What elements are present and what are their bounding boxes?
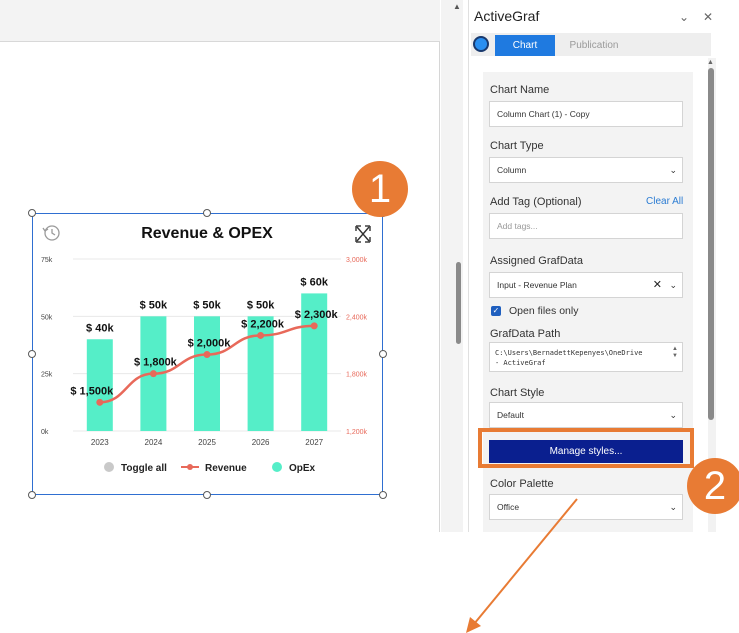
y-left-tick-label: 0k — [41, 429, 49, 436]
chart-type-label: Chart Type — [490, 140, 544, 152]
revenue-data-label: $ 2,300k — [295, 309, 339, 321]
open-files-only-checkbox[interactable]: ✓ — [491, 306, 501, 316]
y-right-tick-label: 2,400k — [346, 314, 368, 321]
y-right-tick-label: 1,800k — [346, 372, 368, 379]
grafdata-path-value: C:\Users\BernadettKepenyes\OneDrive - Ac… — [495, 349, 643, 367]
chart-name-input[interactable]: Column Chart (1) - Copy — [489, 101, 683, 127]
chart-name-label: Chart Name — [490, 84, 550, 96]
revenue-data-label: $ 1,800k — [134, 357, 178, 369]
y-left-tick-label: 50k — [41, 314, 53, 321]
legend-revenue: Revenue — [205, 463, 247, 474]
close-panel-icon[interactable]: ✕ — [703, 10, 713, 24]
opex-bar — [194, 316, 220, 431]
y-right-tick-label: 1,200k — [346, 429, 368, 436]
revenue-data-label: $ 1,500k — [70, 385, 114, 397]
legend-opex-marker — [272, 462, 282, 472]
legend-toggle-all-marker — [104, 462, 114, 472]
opex-data-label: $ 50k — [140, 299, 168, 311]
grafdata-path-label: GrafData Path — [490, 328, 561, 340]
panel-scroll-up-icon[interactable]: ▲ — [707, 59, 714, 66]
resize-handle-bottom-right[interactable] — [379, 491, 387, 499]
resize-handle-top-left[interactable] — [28, 209, 36, 217]
add-tags-input[interactable]: Add tags... — [489, 213, 683, 239]
chevron-down-icon: ⌄ — [669, 410, 677, 420]
chart-type-select[interactable]: Column ⌄ — [489, 157, 683, 183]
chevron-down-icon: ⌄ — [669, 502, 677, 512]
x-tick-label: 2024 — [145, 438, 163, 447]
tab-publication[interactable]: Publication — [559, 35, 629, 56]
manage-styles-button[interactable]: Manage styles... — [489, 440, 683, 463]
chart-type-value: Column — [497, 165, 527, 175]
revenue-data-label: $ 2,200k — [241, 318, 285, 330]
open-files-only-label: Open files only — [509, 305, 579, 317]
revenue-point — [149, 370, 157, 378]
chart-object[interactable]: Revenue & OPEX $ 40k $ 50k $ 50k $ 50k $ 60k… — [32, 213, 383, 495]
history-icon[interactable] — [42, 225, 60, 241]
color-palette-value: Office — [497, 502, 520, 512]
panel-title: ActiveGraf — [474, 8, 540, 24]
assigned-grafdata-select[interactable]: Input - Revenue Plan ✕ ⌄ — [489, 272, 683, 298]
resize-handle-bottom-left[interactable] — [28, 491, 36, 499]
collapse-panel-icon[interactable]: ⌄ — [679, 10, 689, 24]
callout-badge-2: 2 — [687, 458, 739, 514]
revenue-opex-chart: Revenue & OPEX $ 40k $ 50k $ 50k $ 50k $ 60k… — [41, 225, 371, 474]
assigned-grafdata-value: Input - Revenue Plan — [497, 280, 577, 290]
x-tick-label: 2027 — [305, 438, 323, 447]
opex-data-label: $ 50k — [247, 299, 275, 311]
chart-style-label: Chart Style — [490, 387, 545, 399]
chart-style-value: Default — [497, 410, 524, 420]
revenue-data-label: $ 2,000k — [188, 338, 232, 350]
chart-style-select[interactable]: Default ⌄ — [489, 402, 683, 428]
resize-handle-right[interactable] — [379, 350, 387, 358]
chevron-down-icon: ⌄ — [669, 280, 677, 290]
resize-handle-bottom[interactable] — [203, 491, 211, 499]
revenue-point — [96, 398, 104, 406]
opex-data-label: $ 40k — [86, 322, 114, 334]
chevron-down-icon: ⌄ — [669, 165, 677, 175]
spinner-arrows-icon[interactable]: ▲ ▼ — [672, 346, 678, 360]
revenue-point — [203, 351, 211, 359]
y-left-tick-label: 25k — [41, 372, 53, 379]
legend-opex: OpEx — [289, 463, 316, 474]
tab-chart[interactable]: Chart — [495, 35, 555, 56]
clear-selection-icon[interactable]: ✕ — [653, 273, 662, 297]
resize-handle-left[interactable] — [28, 350, 36, 358]
resize-handle-top[interactable] — [203, 209, 211, 217]
color-palette-select[interactable]: Office ⌄ — [489, 494, 683, 520]
screenshot-root: ▲ Revenue & OPEX $ 40k $ 50k $ 50k $ 50k $ 6… — [0, 0, 739, 633]
panel-scroll-thumb[interactable] — [708, 68, 714, 420]
activegraf-logo-icon — [473, 36, 489, 52]
color-palette-label: Color Palette — [490, 478, 554, 490]
chart-title: Revenue & OPEX — [141, 225, 273, 242]
callout-badge-1: 1 — [352, 161, 408, 217]
grafdata-path-input[interactable]: C:\Users\BernadettKepenyes\OneDrive - Ac… — [489, 342, 683, 372]
legend-revenue-marker — [187, 464, 193, 470]
add-tag-label: Add Tag (Optional) — [490, 196, 582, 208]
y-right-tick-label: 3,000k — [346, 257, 368, 264]
revenue-point — [310, 322, 318, 330]
x-tick-label: 2025 — [198, 438, 216, 447]
assigned-grafdata-label: Assigned GrafData — [490, 255, 583, 267]
y-left-tick-label: 75k — [41, 257, 53, 264]
scroll-up-arrow-icon[interactable]: ▲ — [453, 2, 461, 11]
document-scroll-thumb[interactable] — [456, 262, 461, 344]
opex-data-label: $ 50k — [193, 299, 221, 311]
clear-all-link[interactable]: Clear All — [646, 196, 683, 207]
x-tick-label: 2023 — [91, 438, 109, 447]
x-tick-label: 2026 — [252, 438, 270, 447]
revenue-point — [257, 331, 265, 339]
opex-data-label: $ 60k — [300, 276, 328, 288]
document-toolbar-area — [0, 0, 440, 42]
legend-toggle-all: Toggle all — [121, 463, 167, 474]
expand-icon[interactable] — [355, 225, 371, 243]
